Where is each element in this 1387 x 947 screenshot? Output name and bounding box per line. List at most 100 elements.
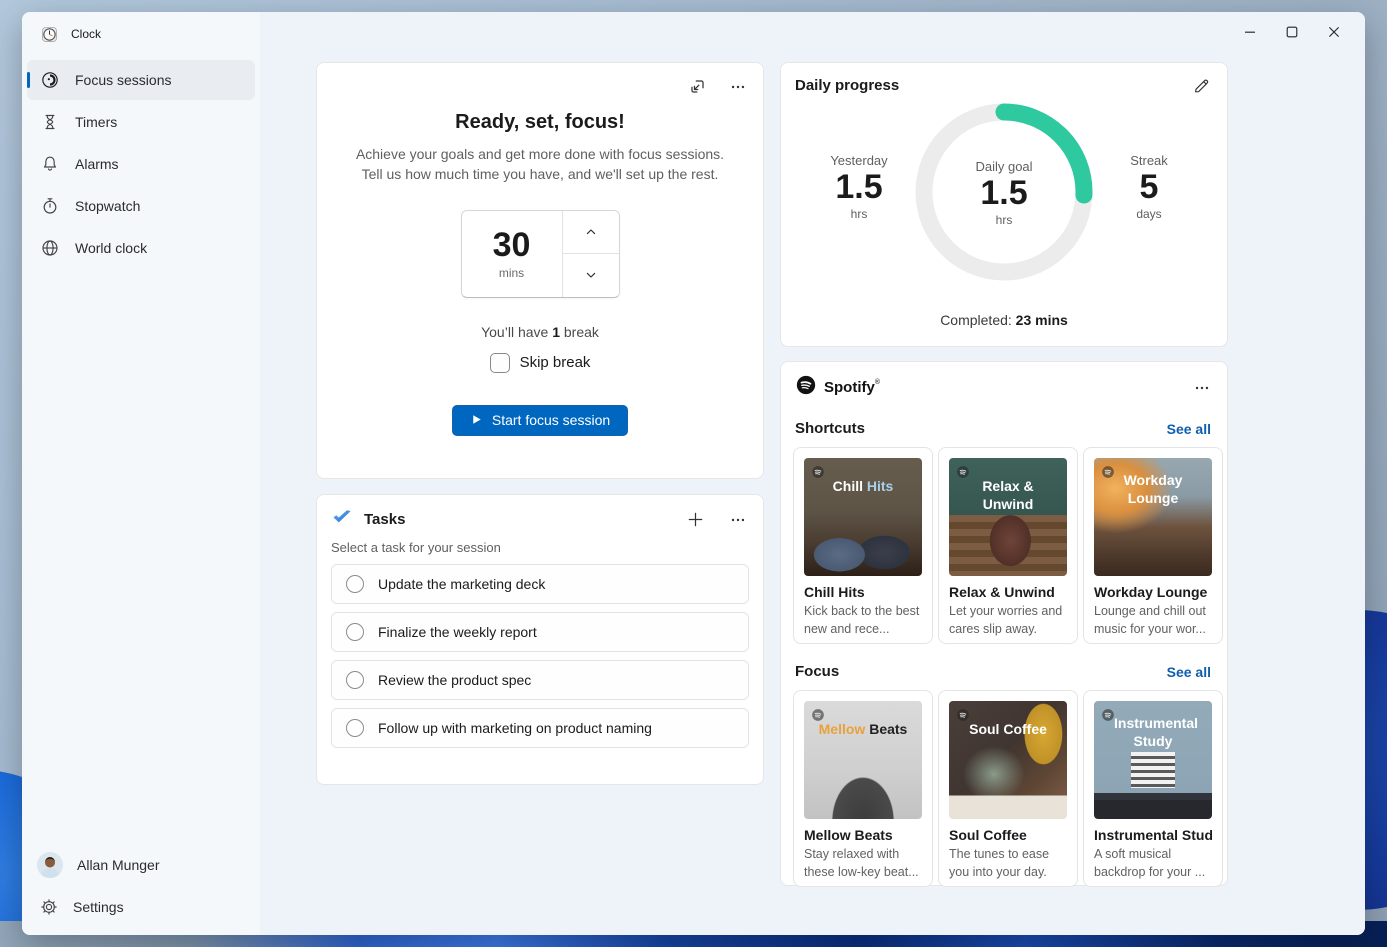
sidebar-item-alarms[interactable]: Alarms: [27, 144, 255, 184]
focus-title: Ready, set, focus!: [317, 111, 763, 134]
spotify-more-button[interactable]: [1193, 379, 1211, 397]
world-clock-icon: [40, 238, 60, 258]
stopwatch-icon: [40, 196, 60, 216]
playlist-card-relax-unwind[interactable]: Relax & Unwind Relax & Unwind Let your w…: [938, 447, 1078, 644]
break-count: 1: [552, 324, 560, 340]
chevron-down-icon: [583, 267, 599, 283]
edit-goal-button[interactable]: [1192, 76, 1211, 95]
sidebar-nav: Focus sessions Timers Alarms Stopwatch: [22, 60, 260, 268]
maximize-button[interactable]: [1271, 16, 1313, 48]
more-button[interactable]: [729, 77, 747, 96]
user-profile[interactable]: Allan Munger: [22, 843, 260, 887]
playlist-title: Chill Hits: [804, 584, 922, 600]
playlist-art: Instrumental Study: [1094, 701, 1212, 819]
playlist-card-chill-hits[interactable]: Chill Hits Chill Hits Kick back to the b…: [793, 447, 933, 644]
close-icon: [1324, 22, 1344, 42]
task-row[interactable]: Follow up with marketing on product nami…: [331, 708, 749, 748]
playlist-title: Workday Lounge: [1094, 584, 1212, 600]
playlist-title: Soul Coffee: [949, 827, 1067, 843]
spotify-watermark-icon: [1101, 465, 1115, 484]
skip-break-control[interactable]: Skip break: [490, 353, 591, 373]
playlist-description: Stay relaxed with these low-key beat...: [804, 846, 922, 881]
goal-unit: hrs: [996, 213, 1013, 227]
sidebar-footer: Allan Munger Settings: [22, 843, 260, 927]
more-icon: [1193, 379, 1211, 397]
streak-stat: Streak 5 days: [1089, 153, 1209, 221]
add-task-button[interactable]: [686, 510, 705, 529]
playlist-description: Kick back to the best new and rece...: [804, 603, 922, 638]
task-radio[interactable]: [346, 575, 364, 593]
sidebar-item-label: Timers: [75, 114, 117, 130]
tasks-subtitle: Select a task for your session: [331, 540, 749, 555]
focus-subtitle: Achieve your goals and get more done wit…: [317, 144, 763, 185]
completed-value: 23 mins: [1016, 312, 1068, 328]
shortcuts-see-all-link[interactable]: See all: [1167, 421, 1211, 437]
daily-progress-card: Daily progress Daily goal 1.5 hrs Yester…: [780, 62, 1228, 347]
tasks-card: Tasks Select a task for your session Upd…: [316, 494, 764, 785]
mini-view-button[interactable]: [688, 77, 707, 96]
break-info: You’ll have 1 break: [317, 324, 763, 340]
sidebar-item-world-clock[interactable]: World clock: [27, 228, 255, 268]
sidebar-item-label: Focus sessions: [75, 72, 171, 88]
playlist-description: Let your worries and cares slip away.: [949, 603, 1067, 638]
skip-break-checkbox[interactable]: [490, 353, 510, 373]
chevron-up-icon: [583, 224, 599, 240]
playlist-description: A soft musical backdrop for your ...: [1094, 846, 1212, 881]
more-icon: [729, 78, 747, 96]
close-button[interactable]: [1313, 16, 1355, 48]
playlist-card-workday-lounge[interactable]: Workday Lounge Workday Lounge Lounge and…: [1083, 447, 1223, 644]
daily-progress-title: Daily progress: [795, 77, 899, 94]
playlist-art: Relax & Unwind: [949, 458, 1067, 576]
task-row[interactable]: Review the product spec: [331, 660, 749, 700]
sidebar-item-timers[interactable]: Timers: [27, 102, 255, 142]
sidebar-item-label: Stopwatch: [75, 198, 140, 214]
sidebar: Clock Focus sessions Timers Alarms: [22, 12, 260, 935]
duration-decrease-button[interactable]: [563, 253, 619, 297]
task-row[interactable]: Update the marketing deck: [331, 564, 749, 604]
yesterday-stat: Yesterday 1.5 hrs: [799, 153, 919, 221]
playlist-card-instrumental-study[interactable]: Instrumental Study Instrumental Study A …: [1083, 690, 1223, 887]
sidebar-item-label: World clock: [75, 240, 147, 256]
task-row[interactable]: Finalize the weekly report: [331, 612, 749, 652]
playlist-card-soul-coffee[interactable]: Soul Coffee Soul Coffee The tunes to eas…: [938, 690, 1078, 887]
playlist-art: Workday Lounge: [1094, 458, 1212, 576]
sidebar-item-settings[interactable]: Settings: [22, 887, 260, 927]
sidebar-item-focus-sessions[interactable]: Focus sessions: [27, 60, 255, 100]
focus-session-card: Ready, set, focus! Achieve your goals an…: [316, 62, 764, 479]
minimize-button[interactable]: [1229, 16, 1271, 48]
playlist-card-mellow-beats[interactable]: Mellow Beats Mellow Beats Stay relaxed w…: [793, 690, 933, 887]
focus-see-all-link[interactable]: See all: [1167, 664, 1211, 680]
playlist-art: Soul Coffee: [949, 701, 1067, 819]
tasks-more-button[interactable]: [729, 511, 747, 529]
task-radio[interactable]: [346, 623, 364, 641]
titlebar: Clock: [22, 12, 260, 56]
duration-increase-button[interactable]: [563, 211, 619, 254]
main-content: Ready, set, focus! Achieve your goals an…: [260, 12, 1365, 935]
duration-value: 30: [493, 228, 531, 262]
playlist-title: Relax & Unwind: [949, 584, 1067, 600]
goal-label: Daily goal: [975, 159, 1032, 174]
task-radio[interactable]: [346, 719, 364, 737]
alarms-icon: [40, 154, 60, 174]
todo-check-icon: [331, 508, 353, 531]
play-icon: [470, 413, 483, 426]
focus-sessions-icon: [40, 70, 60, 90]
window-controls: [1229, 16, 1355, 48]
spotify-card: Spotify® Shortcuts See all Chill Hits Ch…: [780, 361, 1228, 886]
plus-icon: [686, 510, 705, 529]
tasks-title: Tasks: [364, 511, 405, 528]
sidebar-item-stopwatch[interactable]: Stopwatch: [27, 186, 255, 226]
maximize-icon: [1282, 22, 1302, 42]
minimize-icon: [1240, 22, 1260, 42]
playlist-title: Mellow Beats: [804, 827, 922, 843]
duration-stepper: 30 mins: [461, 210, 620, 298]
app-title: Clock: [71, 27, 101, 41]
focus-row: Mellow Beats Mellow Beats Stay relaxed w…: [781, 690, 1227, 887]
task-radio[interactable]: [346, 671, 364, 689]
timers-icon: [40, 112, 60, 132]
spotify-watermark-icon: [1101, 708, 1115, 727]
playlist-title: Instrumental Study: [1094, 827, 1212, 843]
playlist-art: Mellow Beats: [804, 701, 922, 819]
skip-break-label: Skip break: [520, 354, 591, 371]
start-focus-session-button[interactable]: Start focus session: [452, 405, 628, 436]
